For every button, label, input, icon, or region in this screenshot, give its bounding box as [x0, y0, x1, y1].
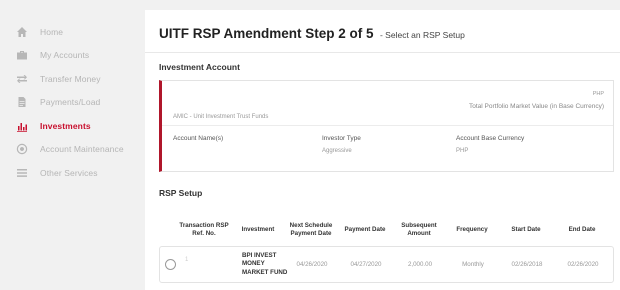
- sidebar-item-label: Payments/Load: [40, 97, 101, 108]
- investment-account-heading: Investment Account: [159, 62, 240, 72]
- sidebar-item-label: My Accounts: [40, 50, 90, 61]
- sidebar-item-label: Other Services: [40, 167, 98, 178]
- sidebar-item-account-maintenance[interactable]: Account Maintenance: [0, 138, 138, 162]
- home-icon: [16, 26, 28, 38]
- document-icon: [16, 96, 28, 108]
- currency-code: PHP: [592, 91, 604, 97]
- settings-icon: [16, 143, 28, 155]
- subsequent-amount-cell: 2,000.00: [407, 261, 433, 268]
- rsp-table-header: Transaction RSP Ref. No. Investment Next…: [159, 215, 614, 245]
- column-header-ref-no: Transaction RSP Ref. No.: [179, 222, 229, 237]
- frequency-cell: Monthly: [462, 261, 484, 268]
- sidebar-item-investments[interactable]: Investments: [0, 114, 138, 138]
- column-header-end-date: End Date: [568, 226, 596, 234]
- column-header-payment-date: Payment Date: [344, 226, 386, 234]
- investment-account-card: PHP Total Portfolio Market Value (in Bas…: [159, 80, 614, 172]
- sidebar-item-payments-load[interactable]: Payments/Load: [0, 91, 138, 115]
- column-header-subsequent-amount: Subsequent Amount: [401, 222, 437, 237]
- column-header-frequency: Frequency: [456, 226, 488, 234]
- sidebar-nav: Home My Accounts Transfer Money Payments…: [0, 0, 138, 290]
- rsp-setup-heading: RSP Setup: [159, 188, 203, 198]
- rsp-ref-no: 1: [185, 257, 189, 263]
- sidebar-item-label: Transfer Money: [40, 73, 101, 84]
- page-title-text: UITF RSP Amendment Step 2 of 5: [159, 26, 374, 41]
- main-panel: UITF RSP Amendment Step 2 of 5 - Select …: [145, 10, 620, 290]
- rsp-select-radio[interactable]: [165, 259, 176, 270]
- briefcase-icon: [16, 49, 28, 61]
- fund-name: AMIC - Unit Investment Trust Funds: [173, 114, 269, 120]
- bar-chart-icon: [16, 120, 28, 132]
- sidebar-item-other-services[interactable]: Other Services: [0, 161, 138, 185]
- investor-type-label: Investor Type: [322, 135, 361, 142]
- table-row[interactable]: 1 BPI INVEST MONEY MARKET FUND 04/26/202…: [159, 246, 614, 283]
- column-header-next-payment-date: Next Schedule Payment Date: [289, 222, 333, 237]
- sidebar-item-transfer-money[interactable]: Transfer Money: [0, 67, 138, 91]
- transfer-icon: [16, 73, 28, 85]
- total-portfolio-market-value-label: Total Portfolio Market Value (in Base Cu…: [469, 103, 604, 110]
- list-icon: [16, 167, 28, 179]
- payment-date-cell: 04/27/2020: [350, 261, 382, 268]
- page-title: UITF RSP Amendment Step 2 of 5 - Select …: [159, 25, 465, 43]
- column-header-start-date: Start Date: [511, 226, 541, 234]
- sidebar-item-my-accounts[interactable]: My Accounts: [0, 44, 138, 68]
- title-divider: [145, 52, 620, 53]
- account-name-label: Account Name(s): [173, 135, 224, 142]
- card-divider: [162, 125, 613, 126]
- end-date-cell: 02/26/2020: [567, 261, 599, 268]
- sidebar-item-label: Investments: [40, 120, 91, 131]
- column-header-investment: Investment: [241, 226, 275, 234]
- investor-type-value: Aggressive: [322, 148, 352, 154]
- base-currency-value: PHP: [456, 148, 469, 154]
- sidebar-item-label: Home: [40, 26, 64, 37]
- sidebar-item-home[interactable]: Home: [0, 20, 138, 44]
- base-currency-label: Account Base Currency: [456, 135, 525, 142]
- sidebar-item-label: Account Maintenance: [40, 144, 124, 155]
- start-date-cell: 02/26/2018: [511, 261, 543, 268]
- investment-cell: BPI INVEST MONEY MARKET FUND: [242, 252, 288, 276]
- next-payment-date-cell: 04/26/2020: [296, 261, 328, 268]
- page-subtitle: - Select an RSP Setup: [379, 30, 465, 40]
